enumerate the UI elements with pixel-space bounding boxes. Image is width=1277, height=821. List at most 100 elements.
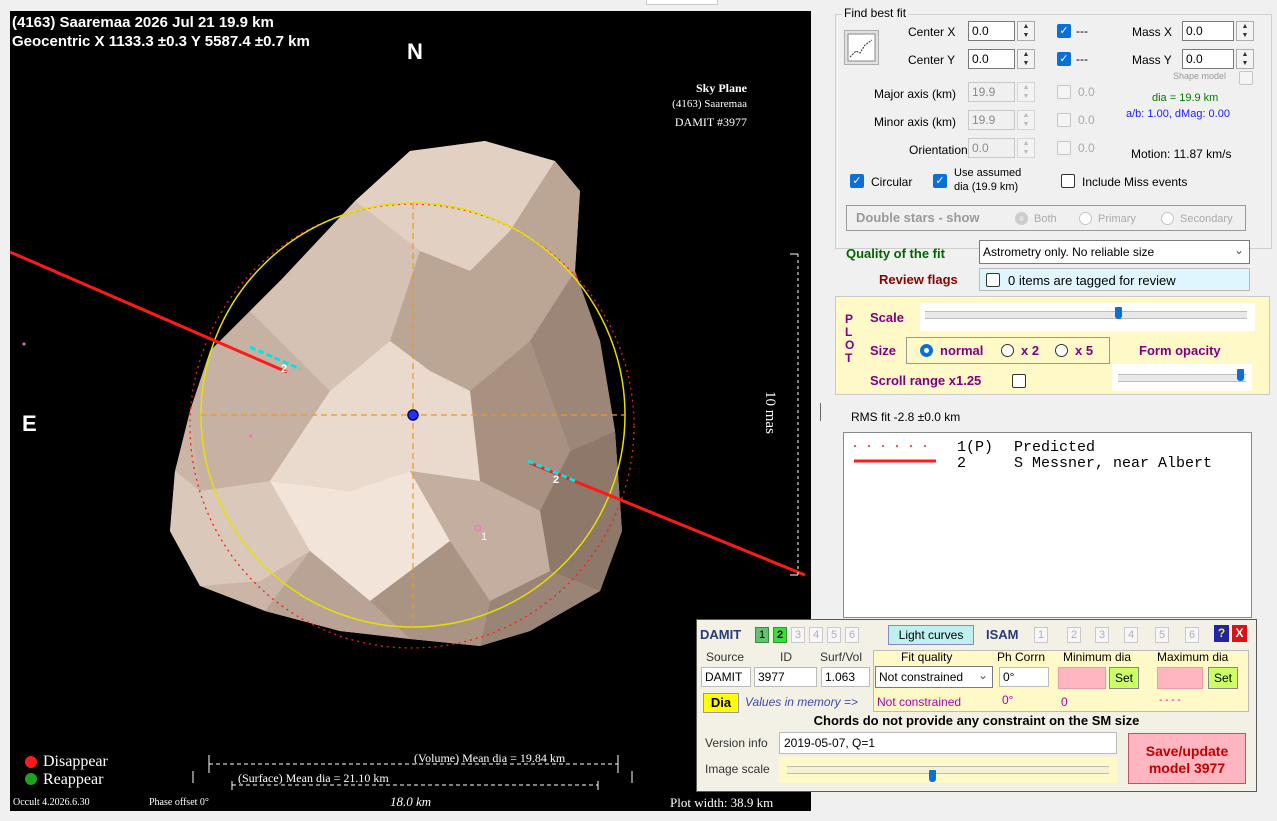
- scale-slider-track: [925, 311, 1247, 319]
- circular-checkbox[interactable]: ✓: [850, 174, 864, 188]
- double-stars-label: Double stars - show: [856, 210, 980, 225]
- mass-y-spinner[interactable]: ▲ ▼: [1236, 49, 1254, 69]
- minor-axis-check-label: 0.0: [1078, 113, 1095, 127]
- size-x5-label: x 5: [1075, 343, 1094, 358]
- review-flags-box[interactable]: 0 items are tagged for review: [979, 268, 1250, 291]
- major-axis-checkbox[interactable]: [1057, 85, 1071, 99]
- image-scale-thumb[interactable]: [928, 770, 936, 782]
- memory-ph-corrn: 0°: [1002, 693, 1014, 707]
- center-x-spinner[interactable]: ▲ ▼: [1017, 21, 1035, 41]
- ph-corrn-field[interactable]: 0°: [999, 667, 1049, 687]
- minor-axis-checkbox[interactable]: [1057, 113, 1071, 127]
- north-label: N: [407, 39, 423, 64]
- center-x-check-label: ---: [1076, 24, 1088, 38]
- scale-slider-thumb[interactable]: [1115, 307, 1123, 319]
- size-x5-radio[interactable]: [1055, 344, 1068, 357]
- isam-tab-1[interactable]: 1: [1034, 627, 1048, 643]
- orientation-spinner[interactable]: ▲ ▼: [1017, 138, 1035, 158]
- plot-title-line2: Geocentric X 1133.3 ±0.3 Y 5587.4 ±0.7 k…: [12, 33, 310, 50]
- scroll-range-checkbox[interactable]: [1012, 374, 1026, 388]
- fit-quality-dropdown[interactable]: Not constrained ⌄: [875, 666, 993, 688]
- scale-km-label: 18.0 km: [390, 794, 432, 809]
- isam-tab-4[interactable]: 4: [1124, 627, 1138, 643]
- min-dia-set-button[interactable]: Set: [1109, 667, 1139, 689]
- orientation-input[interactable]: 0.0: [968, 138, 1015, 158]
- use-assumed-label-1: Use assumed: [954, 167, 1022, 179]
- fit-graph-button[interactable]: [844, 30, 879, 65]
- center-x-input[interactable]: 0.0: [968, 21, 1015, 41]
- close-button[interactable]: X: [1232, 625, 1247, 642]
- form-opacity-slider[interactable]: [1112, 364, 1252, 391]
- damit-tab-6[interactable]: 6: [845, 627, 859, 643]
- light-curves-button[interactable]: Light curves: [888, 625, 974, 645]
- save-update-model-button[interactable]: Save/update model 3977: [1128, 733, 1246, 784]
- review-flags-label: Review flags: [879, 272, 958, 287]
- dia-button[interactable]: Dia: [703, 693, 739, 713]
- graph-icon: [847, 33, 876, 62]
- damit-tab-3[interactable]: 3: [791, 627, 805, 643]
- legend-row-2-num: 2: [957, 455, 967, 472]
- both-radio[interactable]: [1015, 212, 1028, 225]
- memory-min-dia: 0: [1061, 695, 1068, 709]
- mass-x-input[interactable]: 0.0: [1182, 21, 1234, 41]
- secondary-label: Secondary: [1180, 213, 1233, 225]
- stray-dot-1: [22, 342, 26, 346]
- version-info-field[interactable]: 2019-05-07, Q=1: [779, 732, 1117, 754]
- hidden-tab[interactable]: [646, 0, 718, 5]
- source-field: DAMIT: [701, 667, 751, 687]
- ab-text: a/b: 1.00, dMag: 0.00: [1126, 108, 1230, 120]
- size-x2-radio[interactable]: [1001, 344, 1014, 357]
- help-button[interactable]: ?: [1214, 625, 1229, 642]
- memory-fit-quality: Not constrained: [877, 695, 962, 709]
- damit-tab-4[interactable]: 4: [809, 627, 823, 643]
- mass-x-spinner[interactable]: ▲ ▼: [1236, 21, 1254, 41]
- include-miss-checkbox[interactable]: [1061, 174, 1075, 188]
- mass-y-label: Mass Y: [1132, 53, 1172, 67]
- isam-tab-6[interactable]: 6: [1185, 627, 1199, 643]
- review-flags-checkbox[interactable]: [986, 273, 1000, 287]
- use-assumed-checkbox[interactable]: ✓: [933, 174, 947, 188]
- damit-tab-1[interactable]: 1: [755, 627, 769, 643]
- surfvol-field: 1.063: [821, 667, 870, 687]
- minor-axis-input[interactable]: 19.9: [968, 110, 1015, 130]
- center-y-input[interactable]: 0.0: [968, 49, 1015, 69]
- center-y-checkbox[interactable]: ✓: [1057, 52, 1071, 66]
- damit-tab-5[interactable]: 5: [827, 627, 841, 643]
- max-dia-set-button[interactable]: Set: [1208, 667, 1238, 689]
- secondary-radio[interactable]: [1161, 212, 1174, 225]
- shape-model-checkbox[interactable]: [1239, 71, 1253, 85]
- opacity-slider-thumb[interactable]: [1236, 369, 1244, 381]
- image-scale-slider[interactable]: [779, 757, 1117, 783]
- orientation-checkbox[interactable]: [1057, 141, 1071, 155]
- min-dia-input[interactable]: [1058, 667, 1106, 689]
- major-axis-input[interactable]: 19.9: [968, 82, 1015, 102]
- disappear-label: Disappear: [43, 753, 108, 770]
- source-header: Source: [706, 650, 745, 664]
- mass-y-input[interactable]: 0.0: [1182, 49, 1234, 69]
- size-normal-radio[interactable]: [920, 344, 933, 357]
- scale-slider[interactable]: [920, 303, 1255, 331]
- quality-dropdown[interactable]: Astrometry only. No reliable size ⌄: [979, 240, 1250, 264]
- minor-axis-spinner[interactable]: ▲ ▼: [1017, 110, 1035, 130]
- sky-plane-plot[interactable]: (4163) Saaremaa 2026 Jul 21 19.9 km Geoc…: [10, 11, 811, 811]
- splitter-grip[interactable]: [820, 403, 821, 421]
- damit-tab-2[interactable]: 2: [773, 627, 787, 643]
- shape-model-label: Shape model: [1173, 71, 1227, 81]
- isam-tab-2[interactable]: 2: [1067, 627, 1081, 643]
- max-dia-input[interactable]: [1157, 667, 1203, 689]
- id-header: ID: [780, 650, 792, 664]
- major-axis-spinner[interactable]: ▲ ▼: [1017, 82, 1035, 102]
- center-x-checkbox[interactable]: ✓: [1057, 24, 1071, 38]
- observers-legend-list[interactable]: 1(P) Predicted 2 S Messner, near Albert: [843, 432, 1252, 618]
- center-x-label: Center X: [908, 25, 956, 39]
- primary-label: Primary: [1098, 213, 1136, 225]
- rms-fit-label: RMS fit -2.8 ±0.0 km: [851, 410, 961, 424]
- values-memory-label: Values in memory =>: [745, 695, 858, 709]
- center-y-spinner[interactable]: ▲ ▼: [1017, 49, 1035, 69]
- isam-tab-3[interactable]: 3: [1095, 627, 1109, 643]
- major-axis-check-label: 0.0: [1078, 85, 1095, 99]
- isam-tab-5[interactable]: 5: [1155, 627, 1169, 643]
- sky-plane-damit: DAMIT #3977: [674, 115, 747, 129]
- predicted-label: 1: [481, 531, 488, 543]
- primary-radio[interactable]: [1079, 212, 1092, 225]
